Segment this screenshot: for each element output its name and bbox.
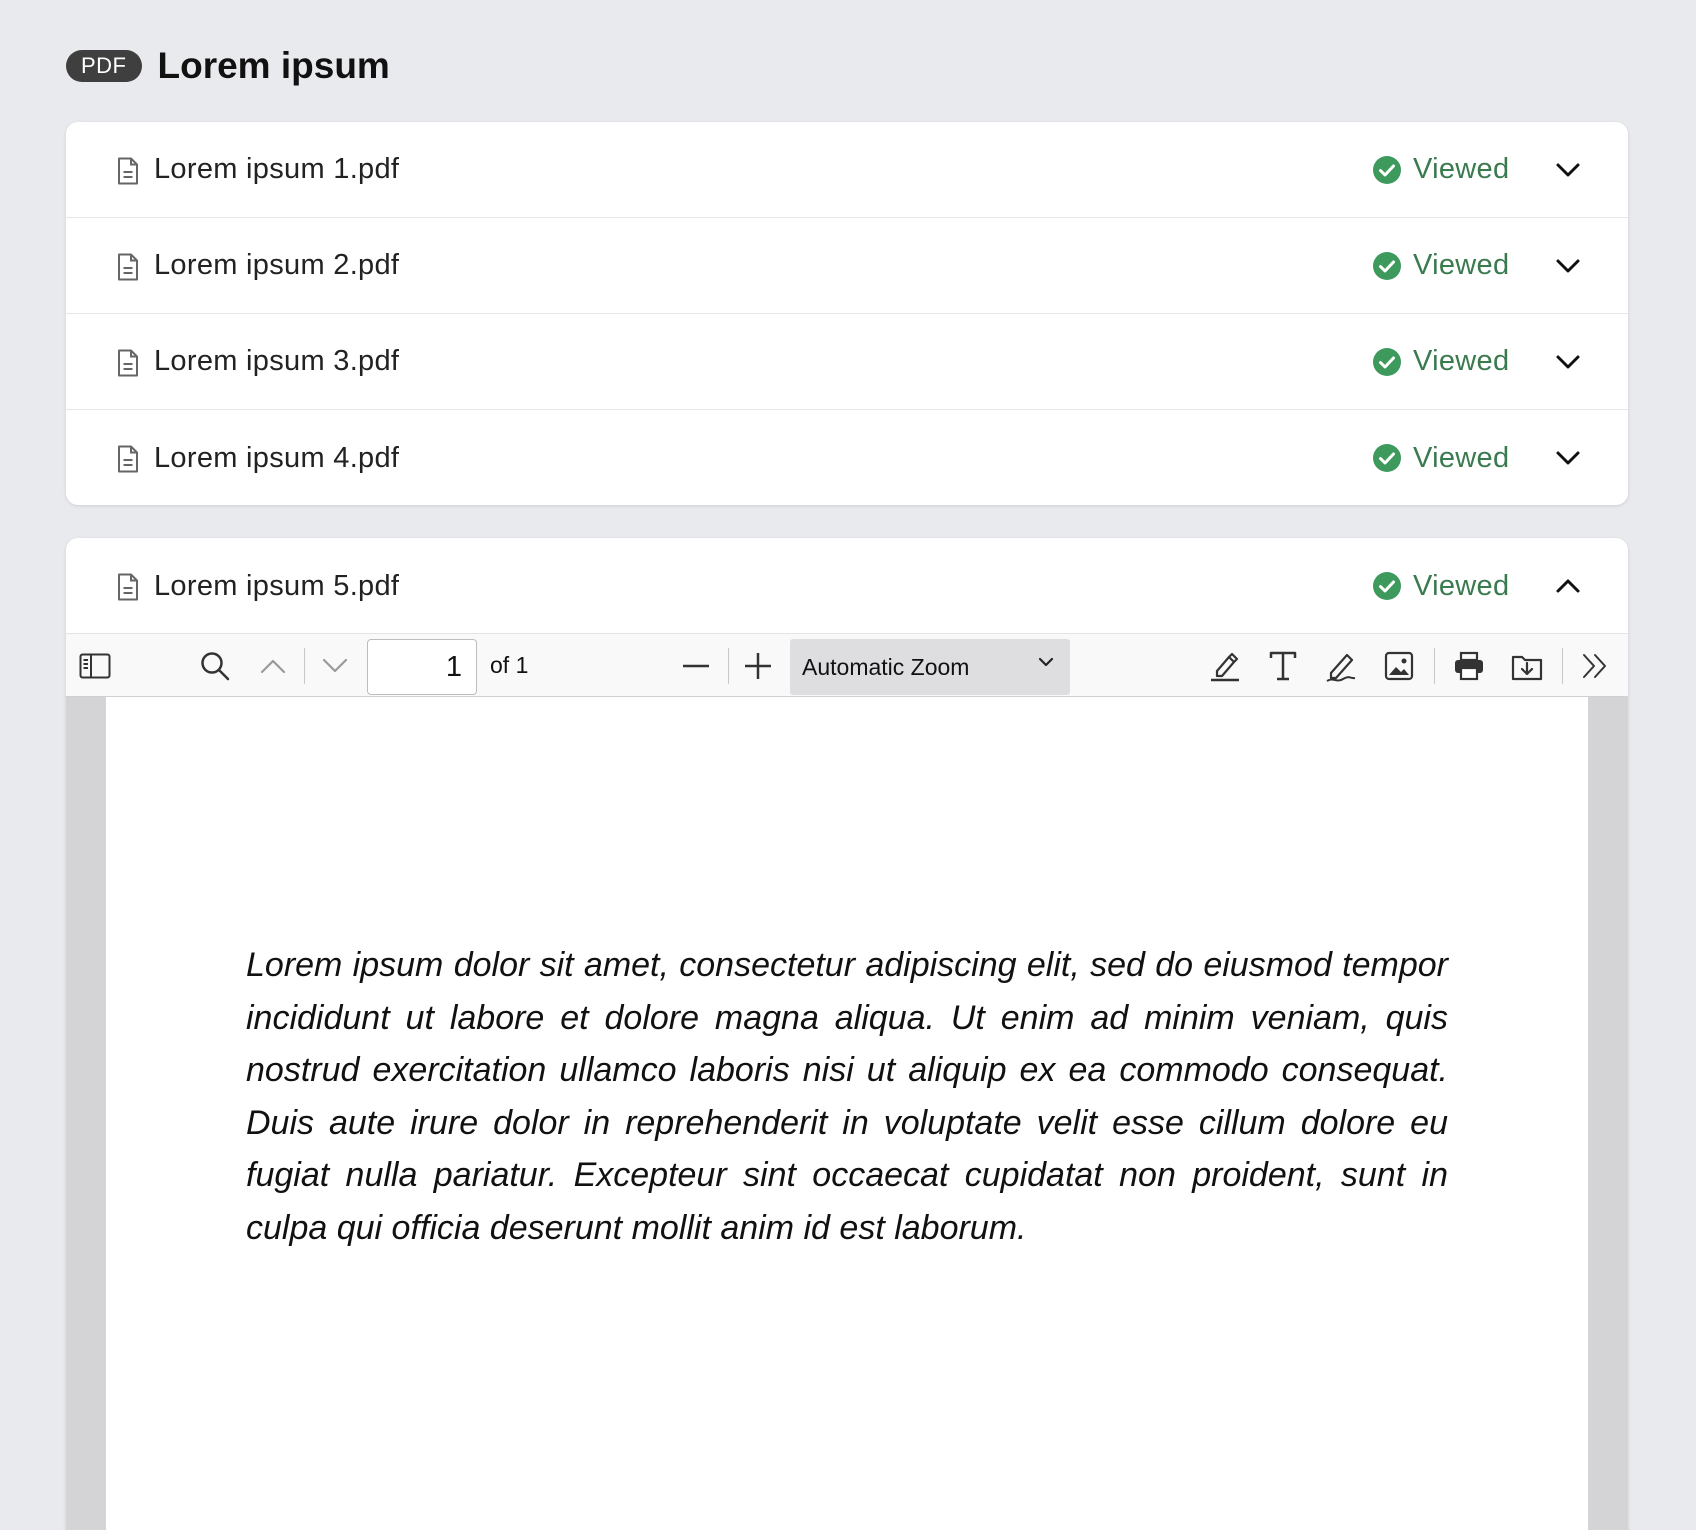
status-text: Viewed: [1413, 153, 1510, 185]
viewed-status: Viewed: [1373, 570, 1509, 603]
chevron-down-icon: [1038, 657, 1054, 667]
viewed-status: Viewed: [1373, 249, 1509, 282]
highlight-icon[interactable]: [1208, 648, 1242, 684]
chevron-down-icon[interactable]: [1554, 156, 1582, 184]
next-page-icon[interactable]: [318, 650, 352, 682]
file-name: Lorem ipsum 3.pdf: [154, 345, 400, 377]
previous-page-icon[interactable]: [256, 650, 290, 682]
toolbar-separator: [1434, 648, 1435, 684]
file-list-card: Lorem ipsum 1.pdf Viewed Lorem ipsum 2.p…: [66, 122, 1628, 505]
toolbar-separator: [1562, 648, 1563, 684]
status-text: Viewed: [1413, 441, 1510, 474]
file-name: Lorem ipsum 5.pdf: [154, 569, 400, 602]
file-row[interactable]: Lorem ipsum 2.pdf Viewed: [66, 218, 1628, 314]
download-icon[interactable]: [1510, 648, 1544, 684]
document-area[interactable]: Lorem ipsum dolor sit amet, consectetur …: [66, 697, 1628, 1530]
chevron-down-icon[interactable]: [1554, 252, 1582, 280]
image-icon[interactable]: [1382, 648, 1416, 684]
zoom-value: Automatic Zoom: [802, 654, 970, 680]
file-icon: [118, 157, 138, 185]
print-icon[interactable]: [1452, 648, 1486, 684]
more-tools-icon[interactable]: [1578, 650, 1612, 682]
check-circle-icon: [1373, 572, 1401, 600]
file-name: Lorem ipsum 1.pdf: [154, 153, 400, 185]
file-icon: [118, 573, 138, 601]
file-icon: [118, 445, 138, 473]
file-row[interactable]: Lorem ipsum 1.pdf Viewed: [66, 122, 1628, 218]
page: PDF Lorem ipsum Lorem ipsum 1.pdf Viewed…: [0, 0, 1696, 1530]
file-row[interactable]: Lorem ipsum 3.pdf Viewed: [66, 314, 1628, 410]
check-circle-icon: [1373, 251, 1401, 280]
toolbar-separator: [728, 648, 729, 684]
chevron-down-icon[interactable]: [1554, 444, 1582, 472]
page-number-input[interactable]: 1: [367, 639, 477, 695]
status-text: Viewed: [1413, 569, 1510, 602]
chevron-down-icon[interactable]: [1554, 348, 1582, 376]
chevron-up-icon[interactable]: [1554, 572, 1582, 600]
viewed-status: Viewed: [1373, 442, 1509, 475]
page-title: Lorem ipsum: [157, 45, 390, 86]
document-page: Lorem ipsum dolor sit amet, consectetur …: [106, 697, 1588, 1530]
check-circle-icon: [1373, 347, 1401, 376]
document-text: Lorem ipsum dolor sit amet, consectetur …: [246, 946, 1448, 1247]
viewed-status: Viewed: [1373, 345, 1509, 378]
page-count-label: of 1: [490, 652, 529, 678]
zoom-in-icon[interactable]: [742, 650, 774, 682]
viewed-status: Viewed: [1373, 153, 1509, 186]
file-icon: [118, 349, 138, 377]
draw-icon[interactable]: [1324, 648, 1358, 684]
sidebar-toggle-icon[interactable]: [78, 650, 112, 682]
file-row[interactable]: Lorem ipsum 4.pdf Viewed: [66, 410, 1628, 505]
file-row-expanded[interactable]: Lorem ipsum 5.pdf Viewed: [66, 538, 1628, 634]
toolbar-separator: [304, 648, 305, 684]
file-name: Lorem ipsum 2.pdf: [154, 249, 400, 281]
text-icon[interactable]: [1266, 648, 1300, 684]
zoom-out-icon[interactable]: [680, 650, 712, 682]
check-circle-icon: [1373, 444, 1401, 472]
file-name: Lorem ipsum 4.pdf: [154, 441, 400, 474]
page-header: PDF Lorem ipsum: [66, 44, 390, 88]
status-text: Viewed: [1413, 345, 1510, 377]
pdf-toolbar: 1 of 1 Automatic Zoom: [66, 633, 1628, 697]
pdf-badge: PDF: [66, 50, 142, 82]
search-icon[interactable]: [198, 650, 232, 682]
check-circle-icon: [1373, 155, 1401, 184]
pdf-viewer-card: Lorem ipsum 5.pdf Viewed 1 of 1 Automati…: [66, 538, 1628, 1530]
zoom-select[interactable]: Automatic Zoom: [790, 639, 1070, 695]
status-text: Viewed: [1413, 249, 1510, 281]
file-icon: [118, 253, 138, 281]
